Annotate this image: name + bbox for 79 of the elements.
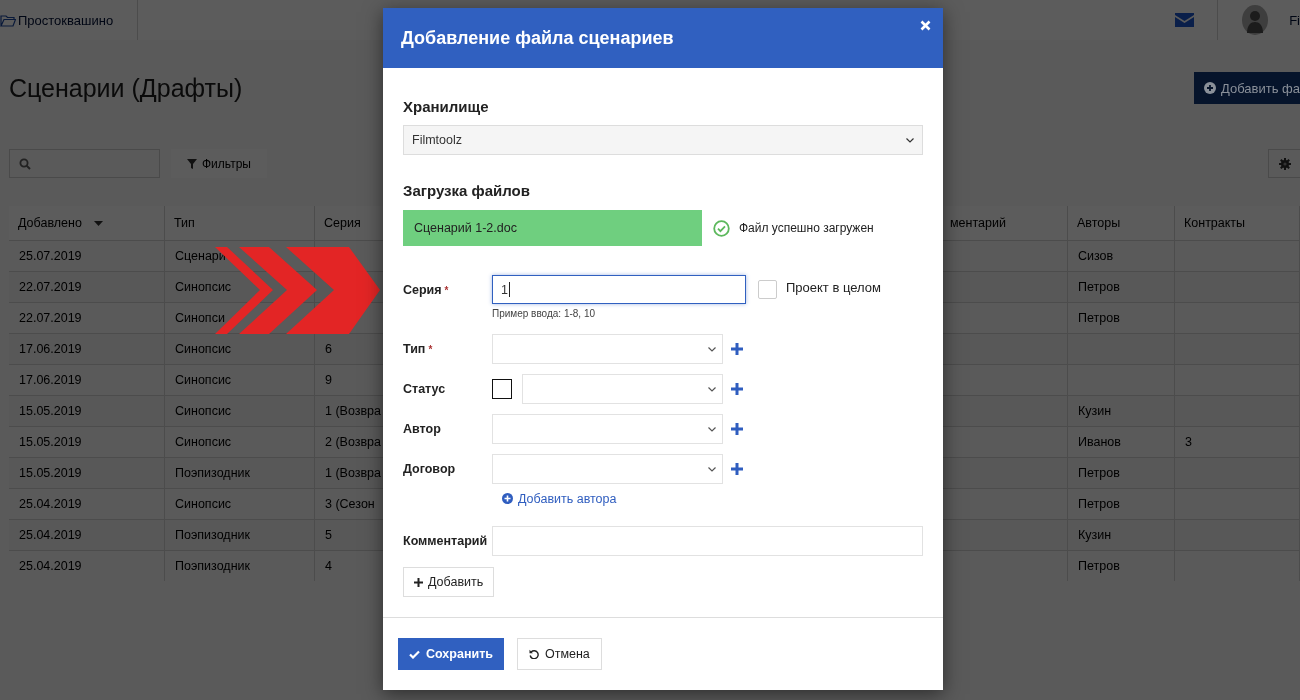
filter-icon: [187, 158, 197, 169]
user-name[interactable]: Fi: [1289, 12, 1300, 28]
dialog-title: Добавление файла сценариев: [401, 27, 674, 49]
upload-label: Загрузка файлов: [403, 182, 531, 200]
save-button[interactable]: Сохранить: [398, 638, 504, 670]
table-cell: Синопсис: [165, 488, 315, 519]
table-cell: Петров: [1068, 302, 1175, 333]
chevron-down-icon: [708, 346, 716, 352]
table-cell: 25.04.2019: [9, 550, 165, 581]
field-label: Серия *: [403, 282, 450, 299]
check-icon: [409, 649, 420, 659]
storage-select[interactable]: Filmtoolz: [403, 125, 923, 155]
project-link[interactable]: Простоквашино: [18, 12, 114, 28]
field-label: Комментарий: [403, 533, 489, 550]
table-cell: 25.07.2019: [9, 240, 165, 271]
chevron-down-icon: [708, 466, 716, 472]
sort-caret-icon: [93, 220, 103, 226]
plus-circle-icon: [502, 493, 513, 504]
table-cell: 25.04.2019: [9, 488, 165, 519]
add-button[interactable]: Добавить: [403, 567, 495, 597]
cancel-button[interactable]: Отмена: [516, 638, 602, 670]
checkbox[interactable]: [758, 280, 777, 299]
table-cell: 17.06.2019: [9, 364, 165, 395]
chevron-down-icon: [708, 426, 716, 432]
table-cell: Кузин: [1068, 519, 1175, 550]
table-cell: Петров: [1068, 457, 1175, 488]
chevron-down-icon: [708, 386, 716, 392]
add-file-button[interactable]: Добавить фа: [1194, 72, 1300, 104]
table-cell: 22.07.2019: [9, 271, 165, 302]
table-cell: Синопсис: [165, 364, 315, 395]
table-cell: Иванов: [1068, 426, 1175, 457]
check-circle-icon: [713, 219, 730, 237]
series-input[interactable]: 1: [492, 275, 746, 304]
table-cell: Поэпизодник: [165, 550, 315, 581]
plus-icon[interactable]: [731, 343, 743, 355]
mail-icon[interactable]: [1175, 13, 1195, 27]
plus-icon[interactable]: [731, 423, 743, 435]
storage-label: Хранилище: [403, 98, 490, 116]
settings-button[interactable]: [1268, 149, 1300, 178]
field-label: Договор: [403, 461, 457, 478]
avatar-icon[interactable]: [1242, 5, 1269, 35]
input-hint: Пример ввода: 1-8, 10: [492, 308, 597, 320]
field-label: Статус: [403, 381, 447, 398]
table-cell: Поэпизодник: [165, 519, 315, 550]
plus-circle-icon: [1204, 82, 1216, 94]
table-cell: Кузин: [1068, 395, 1175, 426]
table-cell: 15.05.2019: [9, 426, 165, 457]
table-cell: 25.04.2019: [9, 519, 165, 550]
settings-icon: [1279, 157, 1291, 170]
plus-icon: [414, 577, 423, 587]
table-cell: Синопсис: [165, 395, 315, 426]
color-swatch[interactable]: [492, 379, 512, 399]
table-cell: Поэпизодник: [165, 457, 315, 488]
upload-status: Файл успешно загружен: [739, 221, 874, 235]
plus-icon[interactable]: [731, 383, 743, 395]
table-cell: Синопсис: [165, 333, 315, 364]
table-cell: 15.05.2019: [9, 457, 165, 488]
plus-icon[interactable]: [731, 463, 743, 475]
table-cell: 22.07.2019: [9, 302, 165, 333]
table-cell: 3: [1175, 426, 1300, 457]
comment-input[interactable]: [492, 526, 923, 556]
close-icon[interactable]: [920, 20, 931, 31]
field-label: Тип *: [403, 341, 434, 358]
chevron-down-icon: [906, 137, 914, 143]
checkbox-label[interactable]: Проект в целом: [786, 280, 881, 295]
undo-icon: [528, 649, 539, 659]
table-cell: 15.05.2019: [9, 395, 165, 426]
table-cell: Петров: [1068, 488, 1175, 519]
search-field[interactable]: [9, 149, 160, 178]
folder-icon: [0, 13, 16, 27]
search-icon: [19, 157, 31, 170]
table-cell: 17.06.2019: [9, 333, 165, 364]
table-cell: Петров: [1068, 271, 1175, 302]
table-cell: Сизов: [1068, 240, 1175, 271]
page-title: Сценарии (Драфты): [9, 73, 243, 103]
add-author-link[interactable]: Добавить автора: [502, 490, 617, 507]
uploaded-file-bar: Сценарий 1-2.doc: [403, 210, 702, 246]
table-cell: Петров: [1068, 550, 1175, 581]
table-cell: Синопсис: [165, 426, 315, 457]
